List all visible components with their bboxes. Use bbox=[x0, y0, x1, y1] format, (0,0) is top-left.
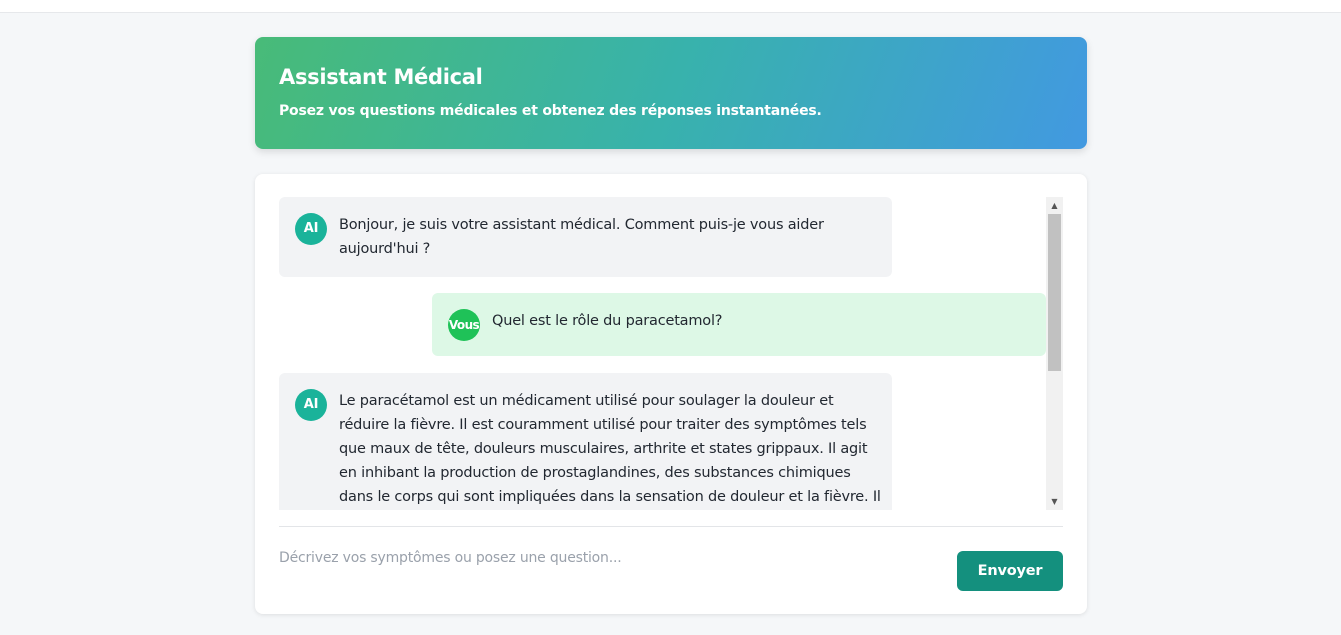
page-subtitle: Posez vos questions médicales et obtenez… bbox=[279, 103, 822, 119]
chat-card: AI Bonjour, je suis votre assistant médi… bbox=[255, 174, 1087, 614]
message-list[interactable]: AI Bonjour, je suis votre assistant médi… bbox=[279, 197, 1063, 510]
scroll-up-arrow-icon[interactable]: ▲ bbox=[1046, 197, 1063, 214]
message-input[interactable] bbox=[279, 544, 939, 572]
user-message: Vous Quel est le rôle du paracetamol? bbox=[432, 293, 1046, 356]
scroll-down-arrow-icon[interactable]: ▼ bbox=[1046, 493, 1063, 510]
ai-avatar: AI bbox=[295, 389, 327, 421]
send-button[interactable]: Envoyer bbox=[957, 551, 1063, 591]
message-text: Quel est le rôle du paracetamol? bbox=[492, 313, 723, 329]
ai-message: AI Le paracétamol est un médicament util… bbox=[279, 373, 892, 510]
scrollbar-thumb[interactable] bbox=[1048, 214, 1061, 371]
header-banner: Assistant Médical Posez vos questions mé… bbox=[255, 37, 1087, 149]
message-text: Bonjour, je suis votre assistant médical… bbox=[339, 217, 824, 257]
top-bar bbox=[0, 0, 1341, 13]
ai-avatar: AI bbox=[295, 213, 327, 245]
composer-divider bbox=[279, 526, 1063, 527]
user-avatar: Vous bbox=[448, 309, 480, 341]
page-title: Assistant Médical bbox=[279, 65, 483, 89]
ai-message: AI Bonjour, je suis votre assistant médi… bbox=[279, 197, 892, 277]
message-text: Le paracétamol est un médicament utilisé… bbox=[339, 393, 881, 505]
message-scrollbar[interactable]: ▲ ▼ bbox=[1046, 197, 1063, 510]
